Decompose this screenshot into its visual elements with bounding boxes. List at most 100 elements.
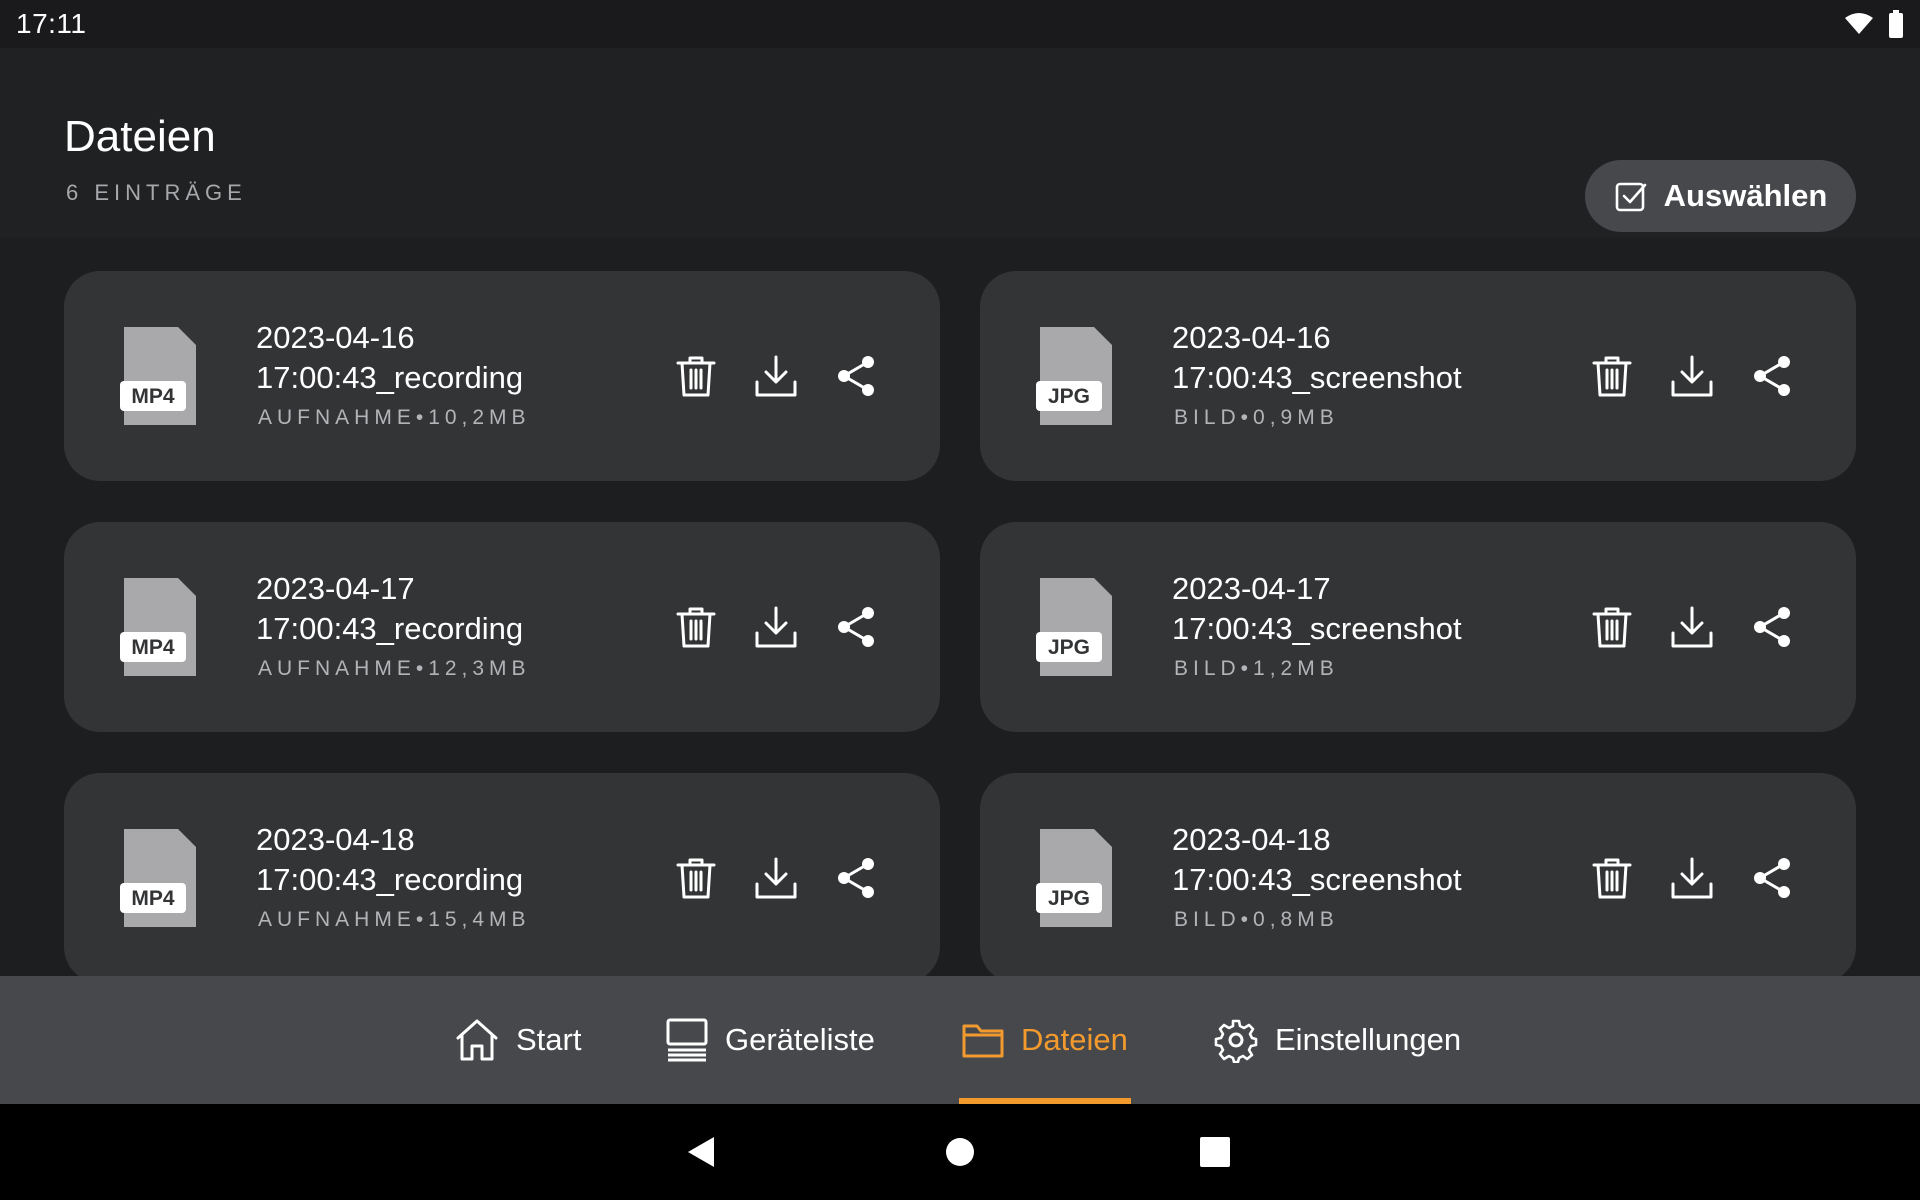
file-name-date: 2023-04-17	[256, 571, 415, 606]
file-name: 2023-04-18 17:00:43_screenshot	[1172, 820, 1572, 900]
download-button[interactable]	[1670, 353, 1714, 399]
nav-label: Geräteliste	[725, 1022, 875, 1057]
mp4-file-icon: MP4	[120, 327, 196, 425]
file-actions	[1590, 855, 1794, 901]
back-button[interactable]	[678, 1128, 726, 1176]
share-icon	[838, 356, 874, 396]
home-button[interactable]	[936, 1128, 984, 1176]
download-icon	[755, 606, 797, 648]
trash-icon	[1592, 607, 1632, 648]
home-icon	[456, 1019, 498, 1061]
nav-label: Start	[516, 1022, 582, 1057]
file-card[interactable]: MP4 2023-04-17 17:00:43_recording AUFNAH…	[64, 522, 940, 732]
file-name-title: 17:00:43_recording	[256, 360, 524, 395]
share-icon	[1754, 607, 1790, 647]
file-actions	[674, 604, 878, 650]
nav-item-start[interactable]: Start	[454, 976, 581, 1104]
download-button[interactable]	[754, 604, 798, 650]
nav-item-geraeteliste[interactable]: Geräteliste	[665, 976, 875, 1104]
nav-item-einstellungen[interactable]: Einstellungen	[1213, 976, 1461, 1104]
file-name-date: 2023-04-17	[1172, 571, 1331, 606]
share-button[interactable]	[834, 604, 878, 650]
file-name-title: 17:00:43_screenshot	[1172, 611, 1462, 646]
file-name-date: 2023-04-16	[256, 320, 415, 355]
file-actions	[1590, 604, 1794, 650]
device-list-icon	[666, 1018, 708, 1062]
share-icon	[1754, 356, 1790, 396]
delete-button[interactable]	[674, 353, 718, 399]
share-button[interactable]	[1750, 604, 1794, 650]
svg-text:MP4: MP4	[131, 887, 175, 910]
delete-button[interactable]	[1590, 604, 1634, 650]
share-button[interactable]	[1750, 353, 1794, 399]
trash-icon	[676, 858, 716, 899]
file-card[interactable]: JPG 2023-04-16 17:00:43_screenshot BILD•…	[980, 271, 1856, 481]
svg-text:JPG: JPG	[1048, 636, 1090, 659]
download-icon	[755, 857, 797, 899]
file-grid: MP4 2023-04-16 17:00:43_recording AUFNAH…	[64, 271, 1856, 976]
file-name-date: 2023-04-16	[1172, 320, 1331, 355]
recents-button[interactable]	[1191, 1128, 1239, 1176]
file-meta: BILD•1,2MB	[1174, 657, 1339, 680]
file-card[interactable]: MP4 2023-04-16 17:00:43_recording AUFNAH…	[64, 271, 940, 481]
jpg-file-icon: JPG	[1036, 829, 1112, 927]
delete-button[interactable]	[674, 604, 718, 650]
page-title: Dateien	[64, 112, 216, 161]
file-meta: AUFNAHME•15,4MB	[258, 908, 531, 931]
share-button[interactable]	[1750, 855, 1794, 901]
nav-item-dateien[interactable]: Dateien	[961, 976, 1128, 1104]
share-button[interactable]	[834, 855, 878, 901]
trash-icon	[676, 356, 716, 397]
battery-icon	[1889, 10, 1903, 38]
status-time: 17:11	[16, 8, 87, 39]
download-icon	[1671, 857, 1713, 899]
delete-button[interactable]	[674, 855, 718, 901]
delete-button[interactable]	[1590, 353, 1634, 399]
trash-icon	[1592, 356, 1632, 397]
trash-icon	[1592, 858, 1632, 899]
share-icon	[1754, 858, 1790, 898]
download-icon	[1671, 606, 1713, 648]
svg-text:MP4: MP4	[131, 385, 175, 408]
page-header: Dateien 6 EINTRÄGE Auswählen	[0, 48, 1920, 238]
file-name: 2023-04-16 17:00:43_screenshot	[1172, 318, 1572, 398]
back-icon	[688, 1137, 714, 1167]
nav-label: Einstellungen	[1275, 1022, 1462, 1057]
status-icons	[1844, 10, 1904, 38]
file-name: 2023-04-18 17:00:43_recording	[256, 820, 656, 900]
download-button[interactable]	[754, 855, 798, 901]
file-card[interactable]: JPG 2023-04-17 17:00:43_screenshot BILD•…	[980, 522, 1856, 732]
folder-icon	[962, 1024, 1004, 1058]
share-button[interactable]	[834, 353, 878, 399]
file-meta: AUFNAHME•12,3MB	[258, 657, 531, 680]
file-actions	[674, 855, 878, 901]
gear-icon	[1214, 1019, 1258, 1063]
delete-button[interactable]	[1590, 855, 1634, 901]
svg-text:JPG: JPG	[1048, 887, 1090, 910]
share-icon	[838, 607, 874, 647]
file-card[interactable]: JPG 2023-04-18 17:00:43_screenshot BILD•…	[980, 773, 1856, 976]
download-button[interactable]	[754, 353, 798, 399]
svg-text:MP4: MP4	[131, 636, 175, 659]
home-circle-icon	[946, 1138, 974, 1166]
file-name-date: 2023-04-18	[1172, 822, 1331, 857]
bottom-nav: Start Geräteliste Dateien Einstellungen	[0, 976, 1920, 1104]
entry-count: 6 EINTRÄGE	[66, 180, 247, 205]
file-name-title: 17:00:43_recording	[256, 862, 524, 897]
download-icon	[755, 355, 797, 397]
mp4-file-icon: MP4	[120, 829, 196, 927]
file-name-title: 17:00:43_screenshot	[1172, 862, 1462, 897]
file-meta: BILD•0,9MB	[1174, 406, 1339, 429]
nav-label: Dateien	[1021, 1022, 1128, 1057]
file-actions	[674, 353, 878, 399]
download-button[interactable]	[1670, 855, 1714, 901]
file-name: 2023-04-16 17:00:43_recording	[256, 318, 656, 398]
select-button[interactable]: Auswählen	[1585, 160, 1856, 232]
recents-icon	[1200, 1137, 1230, 1167]
checkbox-icon	[1615, 182, 1646, 212]
file-card[interactable]: MP4 2023-04-18 17:00:43_recording AUFNAH…	[64, 773, 940, 976]
file-name-date: 2023-04-18	[256, 822, 415, 857]
file-actions	[1590, 353, 1794, 399]
download-button[interactable]	[1670, 604, 1714, 650]
file-meta: BILD•0,8MB	[1174, 908, 1339, 931]
